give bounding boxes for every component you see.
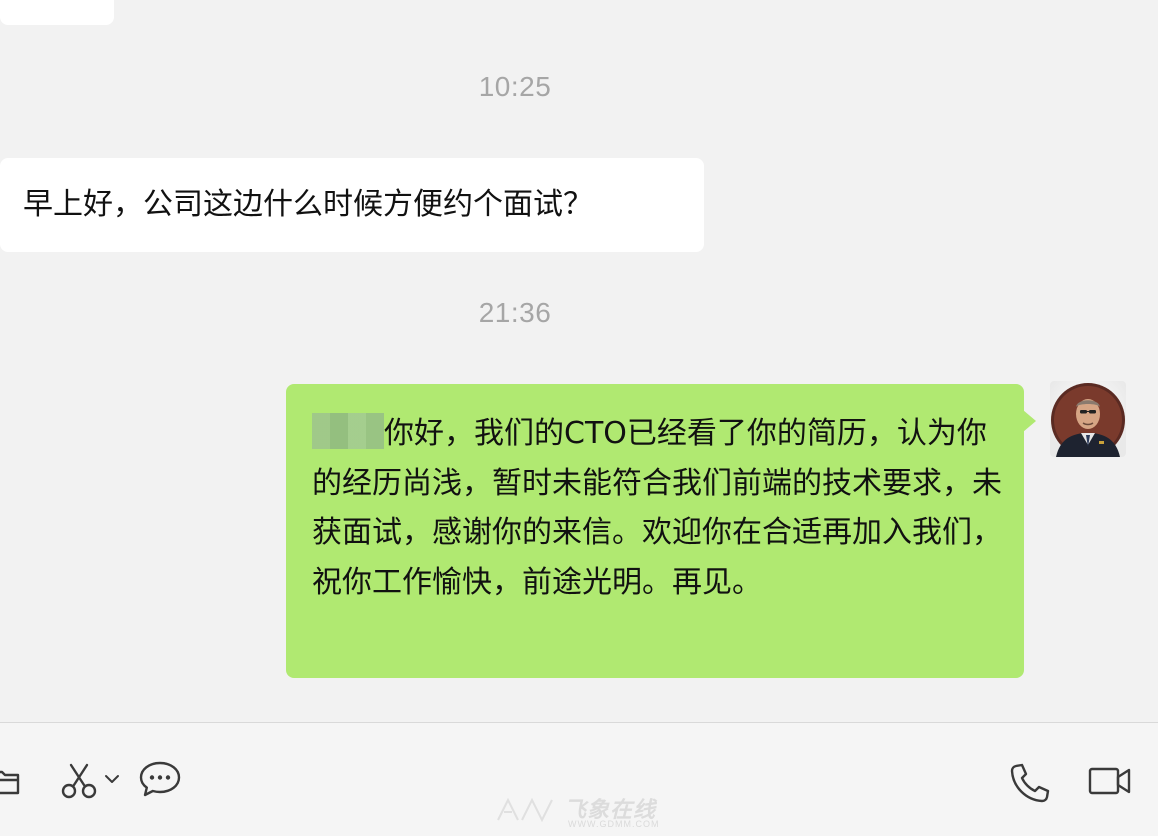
avatar-photo <box>1050 381 1126 457</box>
chat-bubble-icon[interactable] <box>138 759 182 799</box>
folder-icon[interactable] <box>0 767 22 797</box>
outgoing-message-body: 你好，我们的CTO已经看了你的简历，认为你的经历尚浅，暂时未能符合我们前端的技术… <box>312 409 1004 607</box>
scissors-icon[interactable] <box>60 761 100 801</box>
incoming-message-text: 早上好，公司这边什么时候方便约个面试？ <box>23 187 593 222</box>
message-timestamp: 10:25 <box>478 71 552 102</box>
input-toolbar <box>0 723 1158 836</box>
chevron-down-icon[interactable] <box>104 773 120 785</box>
previous-message-bubble[interactable] <box>0 0 114 25</box>
avatar[interactable] <box>1050 381 1126 457</box>
outgoing-message-text: 你好，我们的CTO已经看了你的简历，认为你的经历尚浅，暂时未能符合我们前端的技术… <box>312 416 1002 600</box>
outgoing-message-bubble[interactable]: 你好，我们的CTO已经看了你的简历，认为你的经历尚浅，暂时未能符合我们前端的技术… <box>286 384 1036 678</box>
video-camera-icon[interactable] <box>1088 765 1132 797</box>
phone-icon[interactable] <box>1008 761 1052 805</box>
chat-message-area[interactable]: 10:25 早上好，公司这边什么时候方便约个面试？ 21:36 你好，我们的CT… <box>0 0 1158 722</box>
message-timestamp: 21:36 <box>478 297 552 328</box>
incoming-message-bubble[interactable]: 早上好，公司这边什么时候方便约个面试？ <box>0 158 704 252</box>
redacted-name-blur <box>312 413 384 449</box>
